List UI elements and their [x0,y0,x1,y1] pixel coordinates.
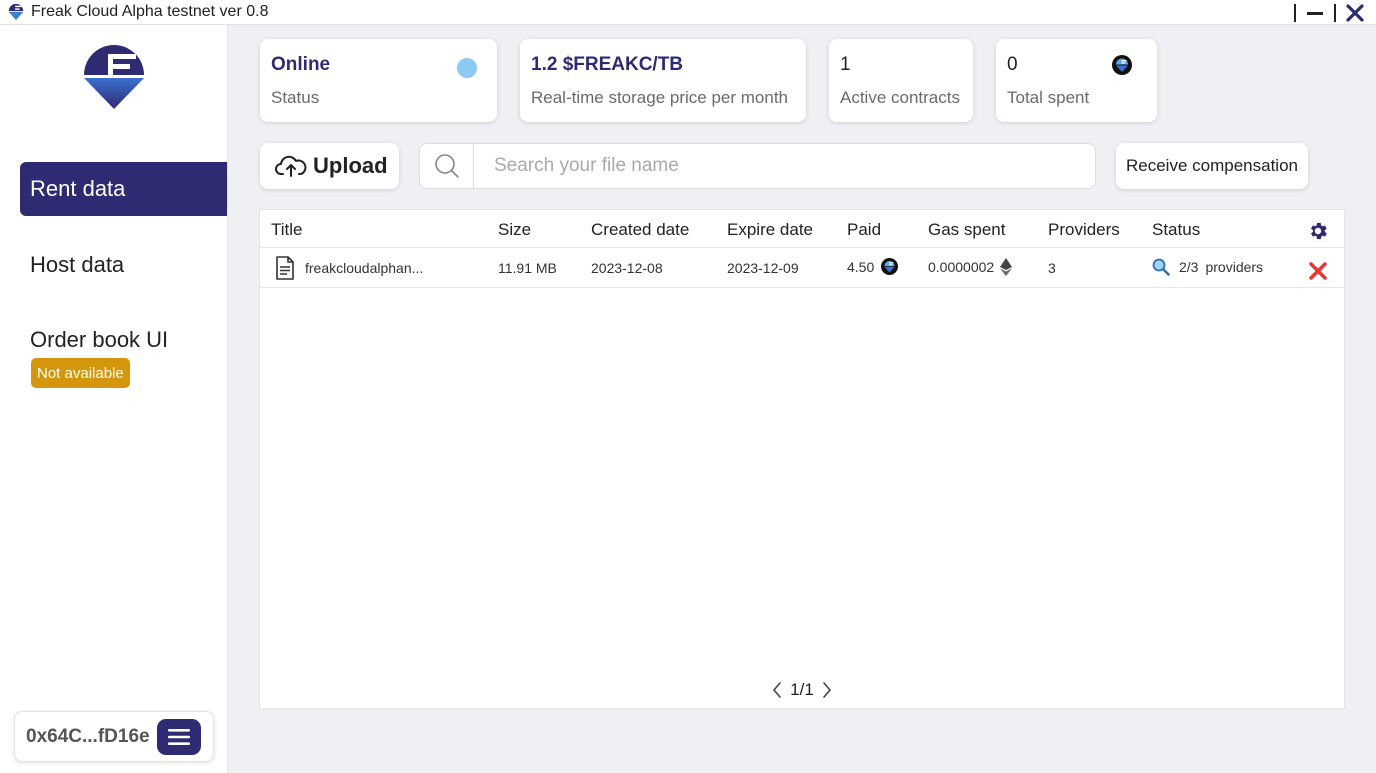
column-header-providers: Providers [1048,220,1120,239]
not-available-badge: Not available [31,358,130,388]
file-icon [276,256,294,280]
status-count: 2/3 [1179,259,1199,275]
price-card: 1.2 $FREAKC/TB Real-time storage price p… [520,39,806,122]
receive-compensation-button[interactable]: Receive compensation [1116,143,1308,189]
close-icon [1346,3,1364,22]
table-row[interactable]: freakcloudalphan... 11.91 MB 2023-12-08 … [260,248,1344,288]
wallet-address: 0x64C...fD16e [26,725,150,747]
app-logo-icon [84,45,144,109]
sidebar-item-host-data[interactable]: Host data [20,238,227,292]
pagination: 1/1 [260,680,1344,700]
price-label: Real-time storage price per month [531,88,789,107]
status-label: Status [271,88,320,107]
menu-button[interactable] [157,719,201,755]
gas-cell: 0.0000002 [928,258,1013,276]
column-header-title: Title [271,220,303,239]
sidebar-item-label: Host data [30,252,125,277]
contracts-value: 1 [840,54,851,75]
app-logo-icon [8,3,24,21]
upload-button[interactable]: Upload [260,143,399,189]
search-input[interactable] [474,146,1095,186]
column-header-gas: Gas spent [928,220,1006,239]
online-indicator [457,58,477,78]
window-title: Freak Cloud Alpha testnet ver 0.8 [31,3,269,20]
freak-coin-icon [881,258,899,275]
sidebar-item-rent-data[interactable]: Rent data [20,162,227,216]
paid-amount: 4.50 [847,258,875,275]
column-header-created: Created date [591,220,690,239]
page-indicator: 1/1 [790,680,814,699]
status-value: Online [271,54,331,75]
status-cell: 2/3 providers [1152,258,1263,276]
ethereum-icon [1000,258,1013,276]
next-page-button[interactable] [814,681,840,699]
price-value: 1.2 $FREAKC/TB [531,54,684,75]
gas-amount: 0.0000002 [928,259,995,275]
upload-label: Upload [313,153,388,178]
spent-card: 0 Total spent [996,39,1157,122]
column-header-expire: Expire date [727,220,813,239]
column-header-size: Size [498,220,532,239]
cloud-upload-icon [275,155,307,177]
sidebar-item-label: Rent data [30,176,126,201]
column-header-paid: Paid [847,220,882,239]
window-separator [1334,3,1336,22]
delete-icon[interactable] [1308,261,1328,281]
hamburger-menu-icon [168,729,190,745]
gear-icon[interactable] [1307,220,1329,242]
file-size: 11.91 MB [498,260,557,276]
wallet-panel: 0x64C...fD16e [14,711,214,762]
created-date: 2023-12-08 [591,260,663,276]
status-text: providers [1205,259,1264,275]
search-icon [434,154,459,178]
search-bar [419,143,1096,189]
magnifier-status-icon [1152,258,1170,276]
window-controls [1286,0,1376,25]
window-separator [1294,3,1296,22]
contracts-card: 1 Active contracts [829,39,973,122]
minimize-icon [1307,11,1323,15]
prev-page-button[interactable] [764,681,790,699]
sidebar: Rent data Host data Order book UI Not av… [0,25,228,773]
minimize-button[interactable] [1304,2,1326,24]
status-card: Online Status [260,39,497,122]
providers-count: 3 [1048,260,1056,276]
paid-cell: 4.50 [847,258,899,275]
title-bar: Freak Cloud Alpha testnet ver 0.8 [0,0,1376,25]
sidebar-item-label: Order book UI [30,327,169,352]
table-header: Title Size Created date Expire date Paid… [260,210,1344,248]
spent-label: Total spent [1007,88,1090,107]
freak-coin-icon [1112,55,1132,75]
expire-date: 2023-12-09 [727,260,799,276]
files-table: Title Size Created date Expire date Paid… [259,209,1345,709]
chevron-left-icon [773,682,781,698]
chevron-right-icon [823,682,831,698]
column-header-status: Status [1152,220,1201,239]
search-button[interactable] [420,144,474,188]
close-button[interactable] [1344,2,1366,24]
file-title: freakcloudalphan... [305,260,424,276]
contracts-label: Active contracts [840,88,960,107]
file-title-cell: freakcloudalphan... [275,256,423,280]
